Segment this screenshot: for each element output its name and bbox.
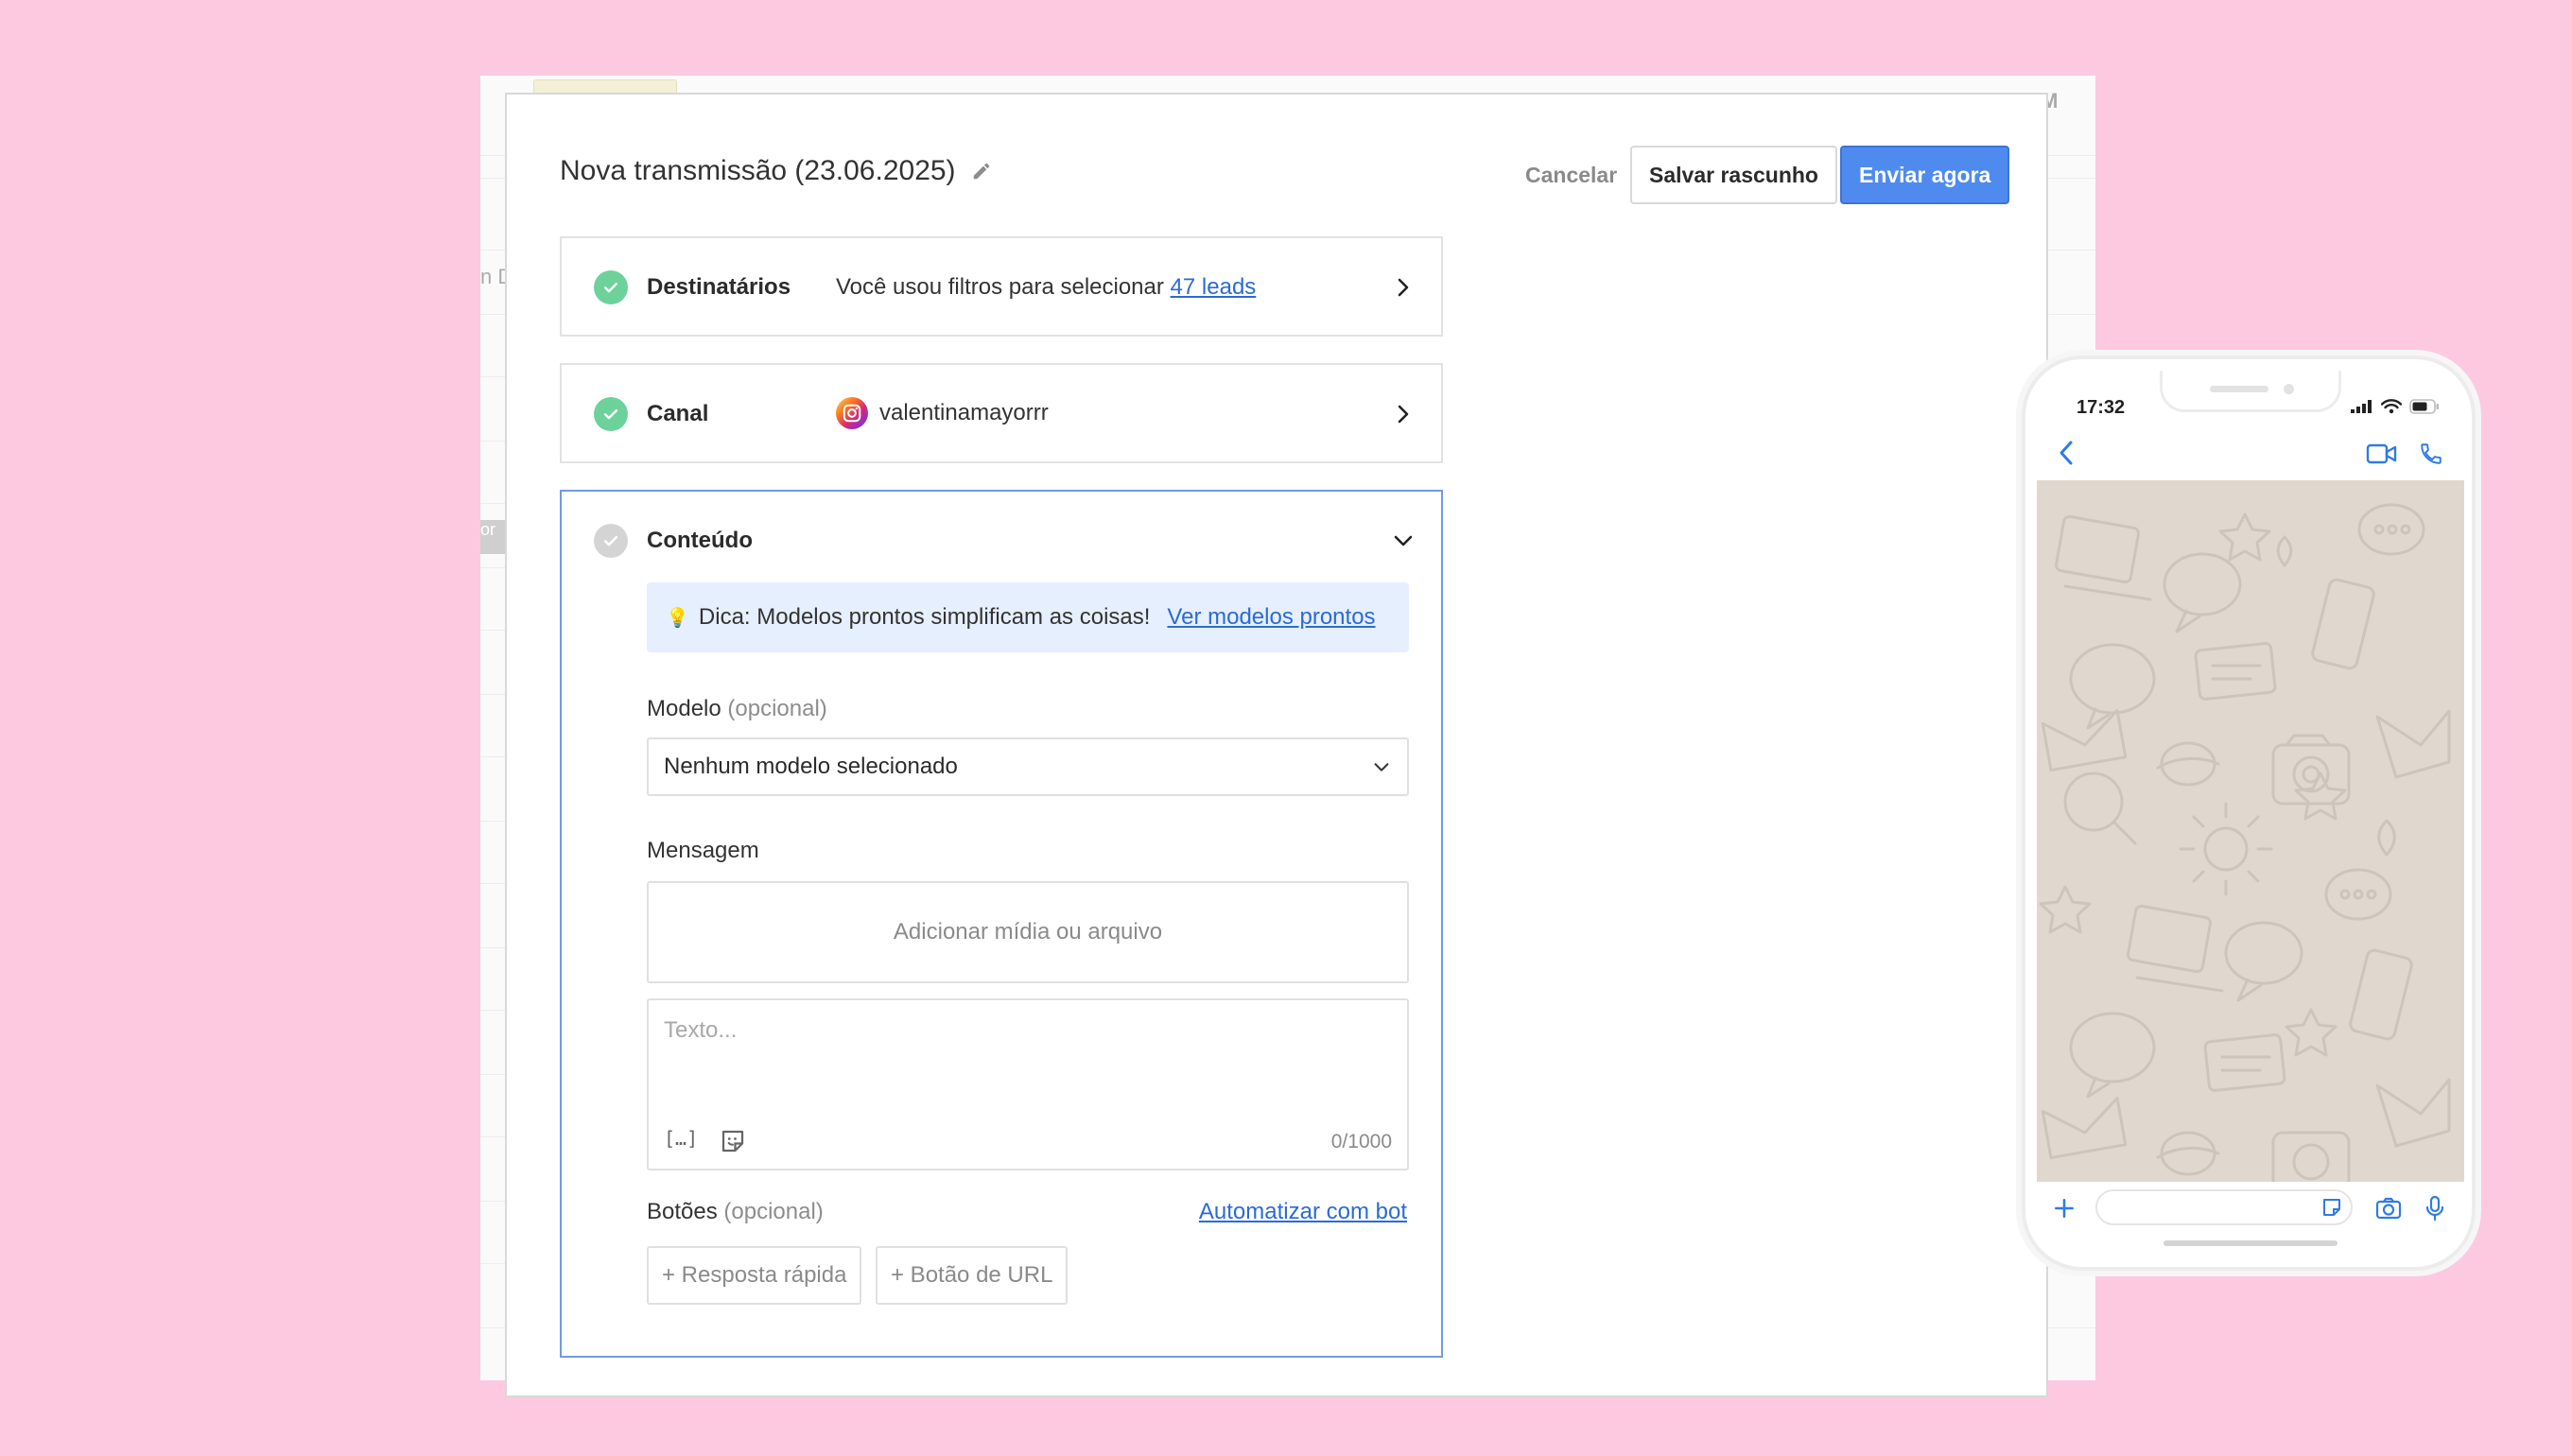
- video-call-icon[interactable]: [2366, 442, 2398, 465]
- instagram-icon: [836, 397, 868, 429]
- channel-account: valentinamayorrr: [836, 397, 1049, 429]
- channel-account-name: valentinamayorrr: [879, 400, 1049, 425]
- content-card: Conteúdo 💡 Dica: Modelos prontos simplif…: [560, 490, 1443, 1358]
- recipients-text: Você usou filtros para selecionar: [836, 274, 1164, 300]
- recipients-label: Destinatários: [647, 274, 791, 300]
- broadcast-title-text: Nova transmissão (23.06.2025): [560, 155, 956, 186]
- channel-card[interactable]: Canal valentinamayorrr: [560, 363, 1443, 463]
- battery-icon: [2409, 399, 2439, 414]
- tip-banner: 💡 Dica: Modelos prontos simplificam as c…: [647, 582, 1409, 652]
- channel-label: Canal: [647, 401, 709, 426]
- tip-text: Dica: Modelos prontos simplificam as coi…: [698, 604, 1151, 630]
- buttons-label: Botões (opcional): [647, 1199, 824, 1224]
- phone-preview: 17:32: [2022, 355, 2476, 1271]
- phone-call-icon[interactable]: [2419, 442, 2443, 466]
- content-label: Conteúdo: [647, 528, 753, 553]
- character-counter: 0/1000: [1330, 1131, 1392, 1153]
- view-templates-link[interactable]: Ver modelos prontos: [1167, 604, 1375, 631]
- model-select[interactable]: Nenhum modelo selecionado: [647, 737, 1409, 796]
- check-icon: [594, 270, 628, 304]
- plus-icon[interactable]: [2052, 1196, 2077, 1221]
- home-indicator: [2164, 1240, 2337, 1246]
- chat-input[interactable]: [2095, 1189, 2353, 1225]
- send-now-button[interactable]: Enviar agora: [1840, 146, 2010, 204]
- automate-bot-link[interactable]: Automatizar com bot: [1199, 1199, 1407, 1225]
- broadcast-modal: Nova transmissão (23.06.2025) Cancelar S…: [505, 93, 2476, 1397]
- chat-wallpaper: [2037, 480, 2464, 1182]
- pencil-icon[interactable]: [971, 161, 992, 182]
- message-label: Mensagem: [647, 838, 759, 863]
- camera-icon[interactable]: [2375, 1196, 2402, 1221]
- model-select-value: Nenhum modelo selecionado: [664, 754, 958, 779]
- add-media-button[interactable]: Adicionar mídia ou arquivo: [647, 881, 1409, 983]
- back-icon[interactable]: [2056, 439, 2078, 467]
- check-icon: [594, 524, 628, 558]
- wallpaper-doodles: [2039, 503, 2451, 1182]
- broadcast-title: Nova transmissão (23.06.2025): [560, 155, 992, 187]
- recipients-card[interactable]: Destinatários Você usou filtros para sel…: [560, 236, 1443, 337]
- chevron-down-icon[interactable]: [1392, 529, 1415, 552]
- wifi-icon: [2381, 399, 2402, 414]
- leads-link[interactable]: 47 leads: [1171, 274, 1257, 300]
- text-placeholder: Texto...: [664, 1017, 738, 1043]
- chat-compose-bar: [2037, 1182, 2464, 1235]
- chevron-right-icon[interactable]: [1392, 403, 1415, 425]
- chat-header: [2037, 427, 2464, 480]
- microphone-icon[interactable]: [2424, 1195, 2445, 1222]
- model-label: Modelo (opcional): [647, 696, 827, 721]
- sticker-icon[interactable]: [2320, 1196, 2343, 1219]
- save-draft-button[interactable]: Salvar rascunho: [1630, 146, 1837, 204]
- variable-icon[interactable]: […]: [664, 1127, 698, 1155]
- quick-reply-button[interactable]: + Resposta rápida: [647, 1246, 862, 1305]
- phone-notch: [2160, 371, 2341, 412]
- phone-time: 17:32: [2077, 397, 2126, 418]
- cancel-button[interactable]: Cancelar: [1512, 146, 1630, 204]
- signal-icon: [2351, 400, 2372, 413]
- chevron-down-icon: [1374, 763, 1389, 771]
- message-text-input[interactable]: Texto... […] 0/1000: [647, 998, 1409, 1170]
- optional-hint: (opcional): [727, 696, 827, 721]
- lightbulb-icon: 💡: [666, 607, 689, 629]
- optional-hint: (opcional): [723, 1199, 824, 1224]
- url-button[interactable]: + Botão de URL: [876, 1246, 1069, 1305]
- status-bar: [2351, 399, 2440, 414]
- chevron-right-icon[interactable]: [1392, 276, 1415, 299]
- sticker-icon[interactable]: [719, 1127, 747, 1155]
- recipients-summary: Você usou filtros para selecionar 47 lea…: [836, 274, 1256, 301]
- check-icon: [594, 397, 628, 431]
- phone-screen: 17:32: [2037, 371, 2464, 1259]
